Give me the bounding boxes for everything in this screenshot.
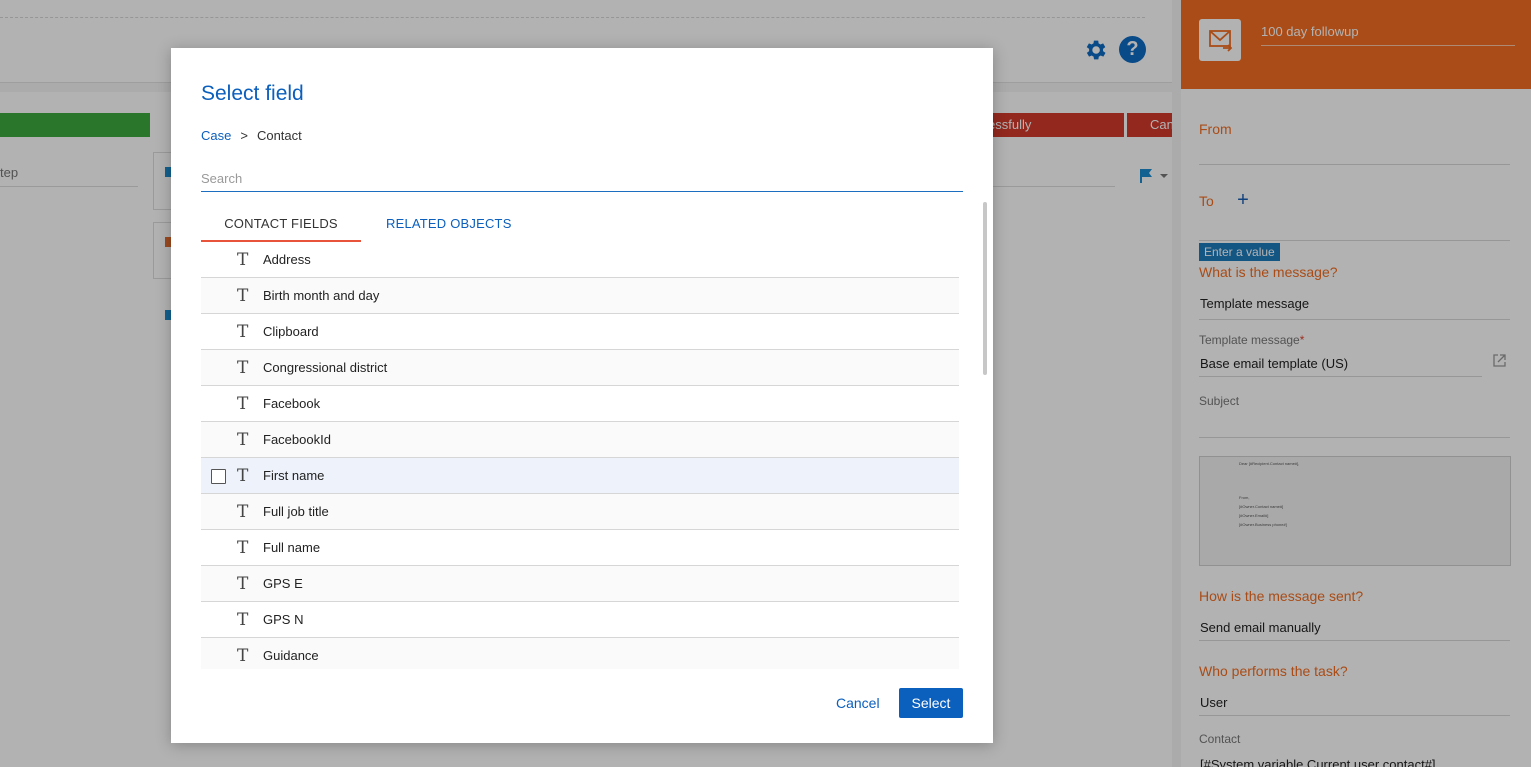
list-item[interactable]: T Guidance xyxy=(201,638,959,669)
tab-related-objects[interactable]: RELATED OBJECTS xyxy=(386,216,512,231)
list-item[interactable]: T FacebookId xyxy=(201,422,959,458)
search-input[interactable] xyxy=(201,165,963,192)
text-type-icon: T xyxy=(237,502,249,522)
tab-contact-fields[interactable]: CONTACT FIELDS xyxy=(201,216,361,242)
text-type-icon: T xyxy=(237,394,249,414)
text-type-icon: T xyxy=(237,430,249,450)
field-label: Full job title xyxy=(263,504,329,519)
cancel-button[interactable]: Cancel xyxy=(836,695,880,711)
field-label: GPS E xyxy=(263,576,303,591)
dialog-title: Select field xyxy=(201,82,304,105)
field-label: Address xyxy=(263,252,311,267)
breadcrumb: Case > Contact xyxy=(201,128,302,143)
field-list: T Address T Birth month and day T Clipboard… xyxy=(201,242,959,669)
text-type-icon: T xyxy=(237,646,249,666)
text-type-icon: T xyxy=(237,538,249,558)
list-item[interactable]: T Full name xyxy=(201,530,959,566)
breadcrumb-separator: > xyxy=(240,128,248,143)
field-label: First name xyxy=(263,468,325,483)
field-label: Birth month and day xyxy=(263,288,380,303)
text-type-icon: T xyxy=(237,250,249,270)
field-label: GPS N xyxy=(263,612,304,627)
list-item[interactable]: T First name xyxy=(201,458,959,494)
list-scrollbar[interactable] xyxy=(983,202,987,375)
text-type-icon: T xyxy=(237,574,249,594)
list-item[interactable]: T Facebook xyxy=(201,386,959,422)
text-type-icon: T xyxy=(237,322,249,342)
field-label: Facebook xyxy=(263,396,321,411)
breadcrumb-case-link[interactable]: Case xyxy=(201,128,231,143)
row-checkbox[interactable] xyxy=(211,469,226,484)
text-type-icon: T xyxy=(237,358,249,378)
field-label: FacebookId xyxy=(263,432,331,447)
field-label: Guidance xyxy=(263,648,319,663)
list-item[interactable]: T Birth month and day xyxy=(201,278,959,314)
list-item[interactable]: T Full job title xyxy=(201,494,959,530)
list-item[interactable]: T Clipboard xyxy=(201,314,959,350)
text-type-icon: T xyxy=(237,286,249,306)
field-label: Clipboard xyxy=(263,324,319,339)
list-item[interactable]: T GPS E xyxy=(201,566,959,602)
list-item[interactable]: T Congressional district xyxy=(201,350,959,386)
select-field-dialog: Select field Case > Contact CONTACT FIELDS… xyxy=(171,48,993,743)
list-item[interactable]: T GPS N xyxy=(201,602,959,638)
text-type-icon: T xyxy=(237,466,249,486)
text-type-icon: T xyxy=(237,610,249,630)
field-label: Congressional district xyxy=(263,360,388,375)
breadcrumb-current: Contact xyxy=(256,128,302,143)
select-button[interactable]: Select xyxy=(899,688,963,718)
field-label: Full name xyxy=(263,540,321,555)
list-item[interactable]: T Address xyxy=(201,242,959,278)
